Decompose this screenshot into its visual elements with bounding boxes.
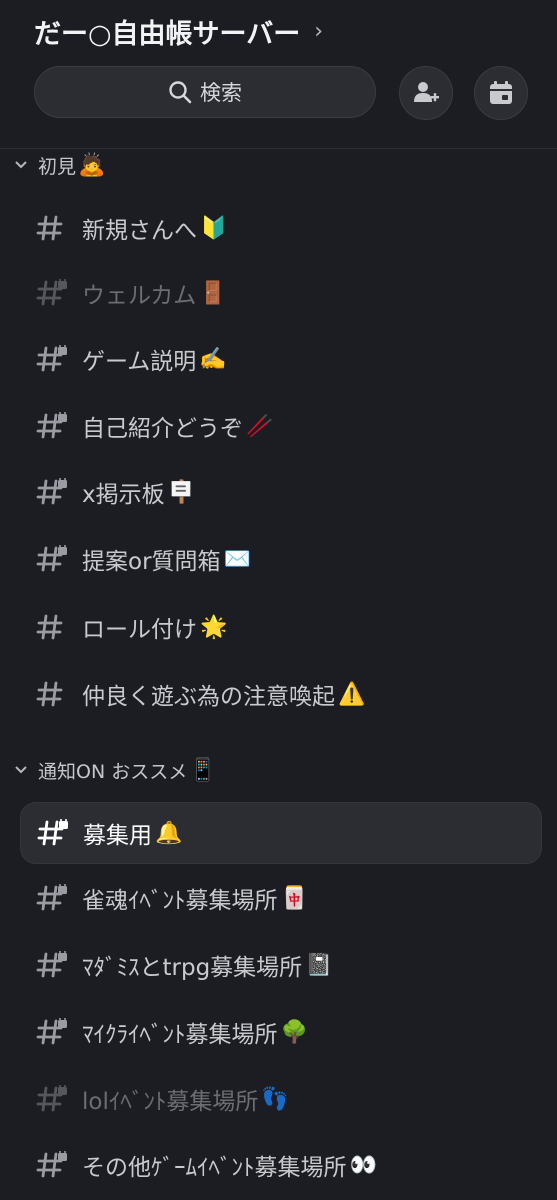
category-name: 通知ON おススメ — [38, 760, 188, 783]
channel-name: 雀魂ｲﾍﾞﾝﾄ募集場所 — [82, 888, 278, 914]
channel-emoji: 👀 — [349, 1152, 377, 1178]
category-emoji: 📱 — [189, 757, 217, 783]
channel-name: 新規さんへ — [82, 218, 197, 244]
server-header: だー○自由帳サーバー › 検索 — [0, 0, 557, 150]
channel-emoji: 🪧 — [167, 479, 196, 505]
server-name: だー○自由帳サーバー — [34, 19, 301, 50]
locked-channel-icon — [36, 475, 68, 506]
locked-channel-icon — [36, 409, 68, 440]
channel-item-active[interactable]: 募集用 🔔 — [20, 802, 542, 864]
channel-emoji: 🌟 — [200, 614, 228, 640]
channel-emoji: ✍️ — [199, 346, 227, 372]
locked-channel-icon — [37, 816, 69, 847]
chevron-right-icon: › — [314, 19, 324, 44]
channel-item[interactable]: ロール付け 🌟 — [20, 596, 542, 658]
server-name-button[interactable]: だー○自由帳サーバー › — [34, 12, 323, 51]
channel-name: ウェルカム — [82, 283, 197, 309]
channel-name: 募集用 — [83, 823, 152, 849]
channel-item[interactable]: 雀魂ｲﾍﾞﾝﾄ募集場所 🀄 — [20, 867, 542, 929]
chevron-down-icon — [14, 160, 32, 170]
channel-item[interactable]: その他ｹﾞｰﾑｲﾍﾞﾝﾄ募集場所 👀 — [20, 1134, 542, 1196]
search-button[interactable]: 検索 — [34, 66, 376, 118]
add-member-icon — [411, 78, 441, 108]
search-icon — [168, 80, 192, 104]
channel-name: ゲーム説明 — [82, 349, 197, 375]
locked-channel-icon — [36, 1082, 68, 1113]
locked-channel-icon — [36, 1015, 68, 1046]
category-emoji: 🙇 — [78, 152, 106, 178]
channel-emoji: 🔰 — [200, 215, 228, 241]
add-member-button[interactable] — [399, 66, 453, 120]
channel-name: 提案or質問箱 — [82, 549, 221, 575]
channel-item[interactable]: 新規さんへ 🔰 — [20, 197, 542, 259]
events-button[interactable] — [474, 66, 528, 120]
channel-item[interactable]: ﾏｲｸﾗｲﾍﾞﾝﾄ募集場所 🌳 — [20, 1001, 542, 1063]
channel-item[interactable]: 自己紹介どうぞ 🥢 — [20, 395, 542, 457]
channel-emoji: 🚪 — [199, 280, 227, 306]
channel-item[interactable]: lolｲﾍﾞﾝﾄ募集場所 👣 — [20, 1068, 542, 1130]
locked-channel-icon — [36, 276, 68, 307]
locked-channel-icon — [36, 342, 68, 373]
locked-channel-icon — [36, 542, 68, 573]
calendar-icon — [487, 79, 515, 107]
channel-item[interactable]: x掲示板 🪧 — [20, 461, 542, 523]
channel-name: ﾏﾀﾞﾐｽとtrpg募集場所 — [82, 955, 303, 981]
channel-emoji: 👣 — [261, 1086, 289, 1112]
locked-channel-icon — [36, 1148, 68, 1179]
channel-name: x掲示板 — [82, 482, 165, 508]
text-channel-icon — [36, 613, 68, 641]
channel-emoji: 🥢 — [246, 413, 274, 439]
category-notify-recommend[interactable]: 通知ON おススメ 📱 — [14, 755, 217, 785]
text-channel-icon — [36, 680, 68, 708]
channel-emoji: 📓 — [305, 952, 333, 978]
chevron-down-icon — [14, 765, 32, 775]
channel-item[interactable]: ゲーム説明 ✍️ — [20, 328, 542, 390]
locked-channel-icon — [36, 881, 68, 912]
channel-item[interactable]: 仲良く遊ぶ為の注意喚起 ⚠️ — [20, 663, 542, 725]
channel-emoji: ✉️ — [223, 546, 251, 572]
channel-emoji: 🔔 — [155, 820, 183, 846]
channel-emoji: ⚠️ — [338, 681, 366, 707]
channel-name: lolｲﾍﾞﾝﾄ募集場所 — [82, 1089, 259, 1115]
channel-item[interactable]: 提案or質問箱 ✉️ — [20, 528, 542, 590]
channel-name: 自己紹介どうぞ — [82, 416, 243, 442]
category-name: 初見 — [38, 155, 77, 178]
search-label: 検索 — [200, 81, 242, 105]
category-shoken[interactable]: 初見 🙇 — [14, 150, 105, 180]
text-channel-icon — [36, 214, 68, 242]
locked-channel-icon — [36, 948, 68, 979]
channel-name: ロール付け — [82, 617, 197, 643]
channel-emoji: 🀄 — [280, 885, 308, 911]
channel-item[interactable]: ﾏﾀﾞﾐｽとtrpg募集場所 📓 — [20, 934, 542, 996]
channel-item[interactable]: ウェルカム 🚪 — [20, 262, 542, 324]
channel-name: その他ｹﾞｰﾑｲﾍﾞﾝﾄ募集場所 — [82, 1155, 347, 1181]
header-divider — [0, 148, 557, 149]
channel-name: 仲良く遊ぶ為の注意喚起 — [82, 684, 335, 710]
channel-emoji: 🌳 — [280, 1019, 308, 1045]
channel-name: ﾏｲｸﾗｲﾍﾞﾝﾄ募集場所 — [82, 1022, 278, 1048]
